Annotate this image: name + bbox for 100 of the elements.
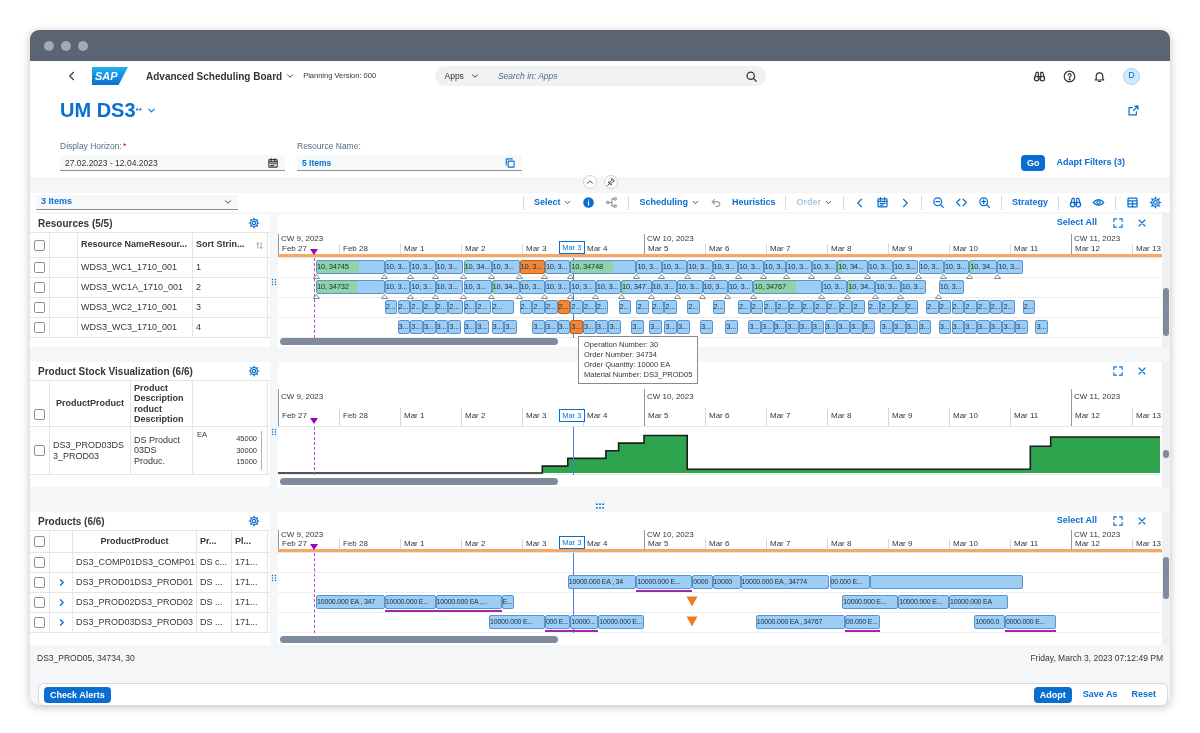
checkbox[interactable] <box>34 557 45 568</box>
day-label: Mar 7 <box>770 539 791 549</box>
pin-button[interactable] <box>603 175 618 189</box>
scroll-thumb[interactable] <box>1163 288 1169 336</box>
scroll-thumb[interactable] <box>280 478 558 485</box>
primary-button[interactable]: Adopt <box>1033 686 1072 703</box>
copy-icon[interactable] <box>504 157 516 169</box>
primary-button[interactable]: Check Alerts <box>44 686 111 703</box>
grip-icon[interactable] <box>595 501 605 511</box>
avatar[interactable]: D <box>1123 67 1140 85</box>
grip-icon[interactable] <box>270 428 278 436</box>
day-label: Mar 11 <box>1014 539 1039 549</box>
settings-icon[interactable] <box>248 217 260 229</box>
checkbox[interactable] <box>34 282 45 293</box>
close-icon[interactable] <box>1136 217 1148 229</box>
column-header[interactable]: Resource NameResour... <box>78 233 193 257</box>
checkbox[interactable] <box>34 617 45 628</box>
task-bar[interactable] <box>870 575 1023 589</box>
table-cell: DS ... <box>197 613 232 632</box>
table-icon[interactable] <box>1126 196 1139 209</box>
checkbox[interactable] <box>34 577 45 588</box>
checkbox[interactable] <box>34 239 45 251</box>
day-label: Feb 28 <box>343 411 368 421</box>
settings-icon[interactable] <box>248 365 260 377</box>
checkbox[interactable] <box>34 597 45 608</box>
scroll-thumb[interactable] <box>1163 557 1169 599</box>
expand-icon[interactable] <box>1112 515 1124 527</box>
expand-icon[interactable] <box>1112 217 1124 229</box>
current-time-marker <box>309 418 318 424</box>
scope-select[interactable]: Apps <box>444 69 480 83</box>
select-all-link[interactable]: Select All <box>1053 514 1100 528</box>
close-icon[interactable] <box>1136 515 1148 527</box>
select-all-link[interactable]: Select All <box>1053 216 1100 230</box>
text-button[interactable]: Adapt Filters (3) <box>1053 156 1128 170</box>
chevrons-icon[interactable] <box>955 196 968 209</box>
strategy-button[interactable]: Strategy <box>1012 195 1048 210</box>
checkbox[interactable] <box>34 322 45 333</box>
help-icon[interactable] <box>1063 69 1076 83</box>
column-header[interactable]: Sort Strin... <box>193 233 268 257</box>
window-button[interactable] <box>44 40 54 51</box>
day-label: Mar 1 <box>404 539 425 549</box>
close-icon[interactable] <box>1136 365 1148 377</box>
day-label: Mar 9 <box>892 244 913 254</box>
window-button[interactable] <box>78 40 88 51</box>
column-header[interactable]: ProductProduct <box>73 531 197 552</box>
grip-icon[interactable] <box>270 574 278 582</box>
column-header[interactable]: Product Description roduct Description <box>131 381 193 426</box>
column-header[interactable]: ProductProduct <box>50 381 131 426</box>
heuristics-button[interactable]: Heuristics <box>731 195 776 210</box>
text-button[interactable]: Save As <box>1079 687 1121 702</box>
collapse-button[interactable] <box>582 175 597 189</box>
table-cell: DS3_PROD03DS3_PROD03 <box>73 613 197 632</box>
undo-icon[interactable] <box>709 196 722 209</box>
table-cell: 171... <box>232 593 268 612</box>
column-header[interactable]: Pl... <box>232 531 268 552</box>
bell-icon[interactable] <box>1093 69 1106 83</box>
calendar-icon[interactable] <box>876 196 889 209</box>
primary-button[interactable]: Go <box>1021 155 1046 171</box>
day-label: Mar 13 <box>1136 539 1161 549</box>
settings-icon[interactable] <box>1149 196 1162 209</box>
binoculars-icon[interactable] <box>1033 69 1046 83</box>
scrollbar[interactable] <box>1162 362 1170 487</box>
checkbox[interactable] <box>34 409 45 420</box>
scroll-thumb[interactable] <box>1163 450 1169 458</box>
day-label: Mar 3 <box>526 244 547 254</box>
day-label: Mar 12 <box>1075 539 1100 549</box>
date-field[interactable]: 27.02.2023 - 12.04.2023 <box>60 155 285 171</box>
settings-icon[interactable] <box>248 515 260 527</box>
expand-icon[interactable] <box>1112 365 1124 377</box>
checkbox[interactable] <box>34 445 45 456</box>
checkbox[interactable] <box>34 262 45 273</box>
scheduling-menu[interactable]: Scheduling <box>639 195 700 210</box>
day-label: Mar 1 <box>404 244 425 254</box>
grip-icon[interactable] <box>270 278 278 286</box>
calendar-icon[interactable] <box>267 157 279 169</box>
search-field[interactable]: Apps Search in: Apps <box>434 66 766 86</box>
network-icon[interactable] <box>605 196 619 209</box>
text-button[interactable]: Reset <box>1128 687 1159 702</box>
window-button[interactable] <box>61 40 71 51</box>
day-label: Mar 8 <box>831 411 852 421</box>
eye-icon[interactable] <box>1092 196 1105 209</box>
column-header[interactable]: Pr... <box>197 531 232 552</box>
sort-icon[interactable] <box>255 240 264 250</box>
checkbox[interactable] <box>34 302 45 313</box>
zoom-in-icon[interactable] <box>978 196 991 209</box>
share-icon[interactable] <box>1127 103 1140 117</box>
view-select[interactable]: 3 Items <box>36 195 238 210</box>
zoom-out-icon[interactable] <box>932 196 945 209</box>
token-field[interactable]: 5 Items <box>297 155 522 171</box>
select-menu[interactable]: Select <box>533 195 573 210</box>
scrollbar[interactable] <box>1162 512 1170 645</box>
info-icon[interactable] <box>582 196 596 209</box>
app-title-menu[interactable]: Advanced Scheduling Board <box>146 68 296 84</box>
table-cell: 171... <box>232 573 268 592</box>
variant-title[interactable]: UM DS3$^{**}$ <box>60 98 142 122</box>
scrollbar[interactable] <box>1162 214 1170 347</box>
scroll-thumb[interactable] <box>280 636 558 643</box>
checkbox[interactable] <box>34 536 45 547</box>
scroll-thumb[interactable] <box>280 338 558 345</box>
search-icon[interactable] <box>744 69 758 83</box>
